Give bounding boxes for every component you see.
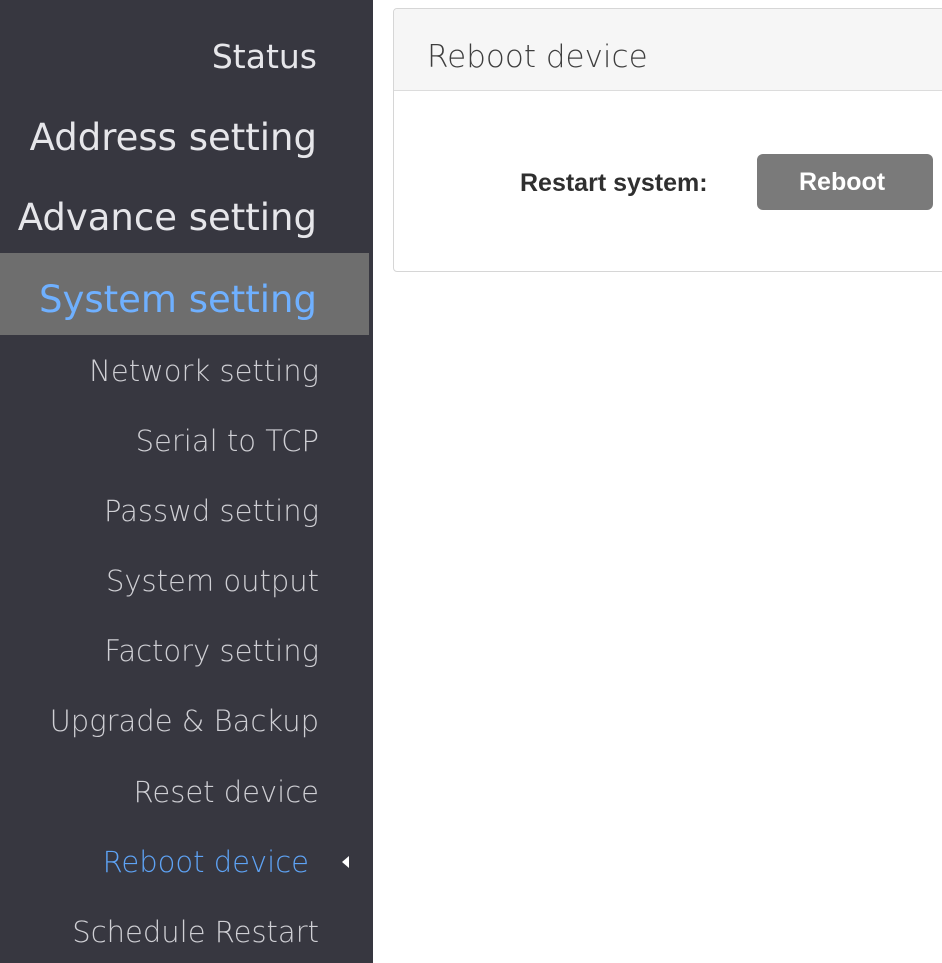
reboot-panel: Reboot device Restart system: Reboot: [393, 8, 942, 272]
sidebar-item-status[interactable]: Status: [0, 34, 369, 80]
sidebar-subitem-upgrade-backup[interactable]: Upgrade & Backup: [0, 701, 373, 741]
sidebar-subitem-reboot-device-label: Reboot device: [102, 845, 309, 879]
caret-left-icon: [342, 856, 349, 868]
sidebar-subitem-schedule-restart[interactable]: Schedule Restart: [0, 912, 373, 952]
sidebar-subitem-system-output[interactable]: System output: [0, 561, 373, 601]
sidebar-item-system-setting[interactable]: System setting: [0, 253, 369, 335]
sidebar-subitem-serial-to-tcp[interactable]: Serial to TCP: [0, 421, 373, 461]
sidebar-item-advance-setting[interactable]: Advance setting: [0, 192, 369, 244]
sidebar-item-address-setting[interactable]: Address setting: [0, 112, 369, 164]
sidebar-subitem-network-setting[interactable]: Network setting: [0, 351, 373, 391]
sidebar-subitem-passwd-setting[interactable]: Passwd setting: [0, 491, 373, 531]
reboot-button[interactable]: Reboot: [757, 154, 933, 210]
restart-system-label: Restart system:: [520, 169, 708, 197]
sidebar-subitem-factory-setting[interactable]: Factory setting: [0, 631, 373, 671]
panel-title: Reboot device: [427, 39, 648, 75]
sidebar-subitem-reboot-device[interactable]: Reboot device: [0, 842, 373, 882]
sidebar: Status Address setting Advance setting S…: [0, 0, 373, 963]
sidebar-subitem-reset-device[interactable]: Reset device: [0, 772, 373, 812]
